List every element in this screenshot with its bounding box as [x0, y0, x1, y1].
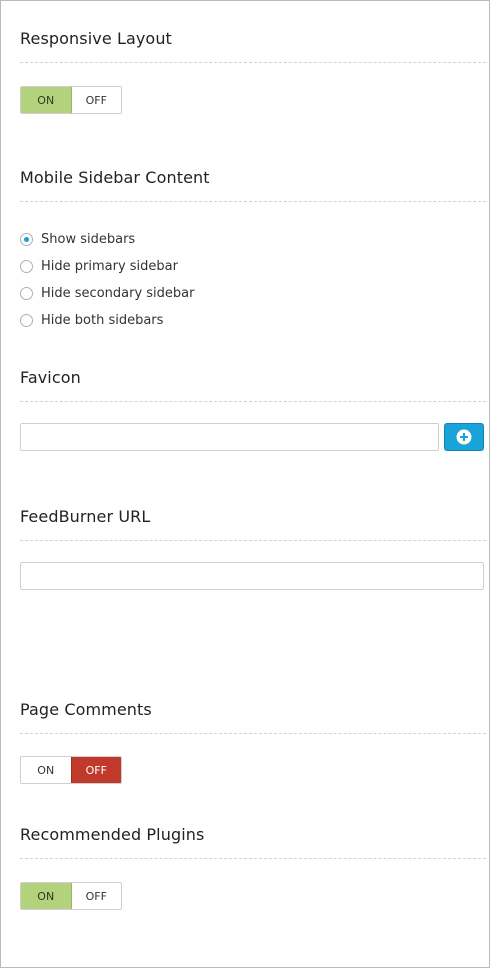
favicon-title: Favicon	[20, 368, 81, 387]
radio-label: Hide primary sidebar	[41, 259, 178, 274]
toggle-off-button[interactable]: OFF	[70, 757, 121, 783]
radio-button[interactable]	[20, 287, 33, 300]
radio-option-hide-secondary[interactable]: Hide secondary sidebar	[20, 280, 194, 307]
settings-panel: Responsive Layout ON OFF Mobile Sidebar …	[0, 0, 490, 968]
mobile-sidebar-options: Show sidebars Hide primary sidebar Hide …	[20, 226, 194, 334]
page-comments-title: Page Comments	[20, 700, 152, 719]
favicon-add-button[interactable]	[444, 423, 484, 451]
radio-button[interactable]	[20, 260, 33, 273]
toggle-on-button[interactable]: ON	[21, 87, 72, 113]
divider	[20, 201, 486, 202]
radio-button[interactable]	[20, 233, 33, 246]
radio-button[interactable]	[20, 314, 33, 327]
radio-option-hide-both[interactable]: Hide both sidebars	[20, 307, 194, 334]
mobile-sidebar-title: Mobile Sidebar Content	[20, 168, 210, 187]
divider	[20, 62, 486, 63]
responsive-layout-title: Responsive Layout	[20, 29, 172, 48]
recommended-plugins-title: Recommended Plugins	[20, 825, 205, 844]
plus-circle-icon	[456, 429, 472, 445]
radio-option-show-sidebars[interactable]: Show sidebars	[20, 226, 194, 253]
feedburner-url-input[interactable]	[20, 562, 484, 590]
radio-option-hide-primary[interactable]: Hide primary sidebar	[20, 253, 194, 280]
recommended-plugins-toggle[interactable]: ON OFF	[20, 882, 122, 910]
divider	[20, 401, 486, 402]
toggle-on-button[interactable]: ON	[21, 757, 71, 783]
page-comments-toggle[interactable]: ON OFF	[20, 756, 122, 784]
favicon-input[interactable]	[20, 423, 439, 451]
radio-label: Show sidebars	[41, 232, 136, 247]
toggle-off-button[interactable]: OFF	[71, 883, 121, 909]
radio-label: Hide secondary sidebar	[41, 286, 195, 301]
feedburner-title: FeedBurner URL	[20, 507, 151, 526]
divider	[20, 858, 486, 859]
divider	[20, 733, 486, 734]
toggle-on-button[interactable]: ON	[21, 883, 72, 909]
divider	[20, 540, 486, 541]
responsive-layout-toggle[interactable]: ON OFF	[20, 86, 122, 114]
toggle-off-button[interactable]: OFF	[71, 87, 121, 113]
radio-label: Hide both sidebars	[41, 313, 164, 328]
